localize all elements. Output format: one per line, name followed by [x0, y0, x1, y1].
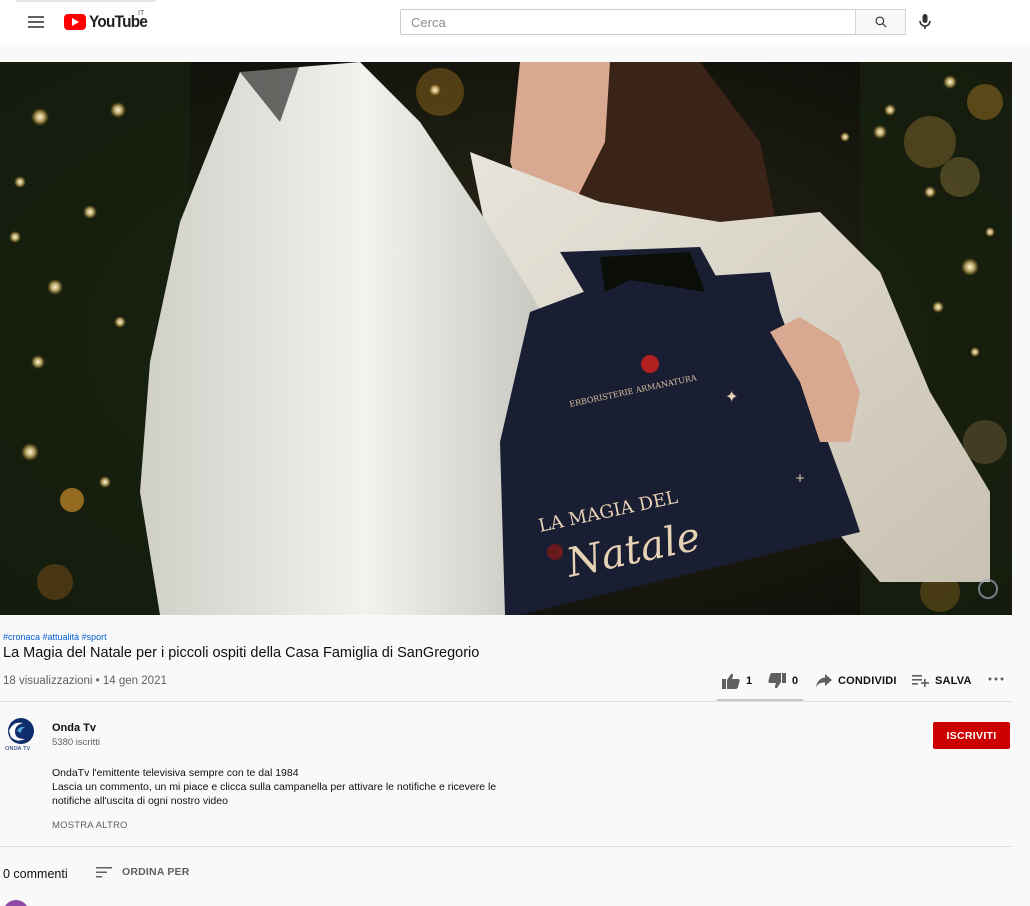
svg-text:ONDA TV: ONDA TV	[5, 746, 30, 751]
search-button[interactable]	[855, 9, 906, 35]
more-horizontal-icon	[988, 677, 1004, 681]
divider	[0, 701, 1012, 702]
hashtag-link[interactable]: #sport	[82, 632, 107, 642]
voice-search-button[interactable]	[914, 10, 936, 34]
sort-comments-button[interactable]: ORDINA PER	[96, 866, 190, 878]
loading-bar	[16, 0, 156, 2]
more-actions-button[interactable]	[988, 676, 1004, 682]
svg-text:+: +	[795, 471, 805, 485]
microphone-icon	[919, 14, 931, 29]
like-count: 1	[746, 675, 753, 687]
sort-icon	[96, 866, 112, 877]
description-line: OndaTv l'emittente televisiva sempre con…	[52, 767, 299, 779]
video-description: OndaTv l'emittente televisiva sempre con…	[52, 766, 572, 808]
subscriber-count: 5380 iscritti	[52, 737, 101, 748]
subscribe-button[interactable]: ISCRIVITI	[933, 722, 1010, 749]
hashtag-link[interactable]: #cronaca	[3, 632, 40, 642]
save-button[interactable]: SALVA	[912, 674, 972, 687]
svg-text:✦: ✦	[725, 387, 738, 406]
video-title: La Magia del Natale per i piccoli ospiti…	[3, 645, 480, 661]
youtube-play-icon	[64, 14, 86, 30]
search-input[interactable]	[400, 9, 856, 35]
video-view-date: 18 visualizzazioni • 14 gen 2021	[3, 675, 167, 687]
save-label: SALVA	[935, 674, 972, 687]
video-player[interactable]: ERBORISTERIE ARMANATURA LA MAGIA DEL Nat…	[0, 62, 1012, 615]
country-code: IT	[138, 10, 145, 17]
description-line: Lascia un commento, un mi piace e clicca…	[52, 781, 497, 793]
share-button[interactable]: CONDIVIDI	[816, 674, 897, 687]
like-button[interactable]: 1	[722, 673, 752, 689]
hashtag-link[interactable]: #attualità	[43, 632, 80, 642]
youtube-logo[interactable]: YouTube IT	[64, 10, 154, 32]
show-more-button[interactable]: MOSTRA ALTRO	[52, 820, 128, 831]
video-frame: ERBORISTERIE ARMANATURA LA MAGIA DEL Nat…	[0, 62, 1012, 615]
playlist-add-icon	[912, 675, 929, 687]
user-avatar	[3, 900, 29, 906]
divider	[0, 846, 1012, 847]
search-icon	[874, 16, 887, 28]
share-arrow-icon	[816, 674, 832, 687]
sort-label: ORDINA PER	[122, 866, 190, 878]
dislike-count: 0	[792, 675, 799, 687]
hashtags: #cronaca #attualità #sport	[3, 632, 107, 642]
thumbs-up-icon	[722, 673, 740, 689]
comments-count: 0 commenti	[3, 867, 68, 881]
channel-name[interactable]: Onda Tv	[52, 722, 96, 734]
dislike-button[interactable]: 0	[768, 673, 798, 689]
thumbs-down-icon	[768, 673, 786, 689]
hamburger-menu-icon[interactable]	[28, 16, 44, 28]
channel-avatar[interactable]: ONDA TV	[3, 715, 39, 751]
share-label: CONDIVIDI	[838, 674, 897, 687]
description-line: notifiche all'uscita di ogni nostro vide…	[52, 795, 228, 807]
masthead: YouTube IT	[0, 0, 1030, 44]
